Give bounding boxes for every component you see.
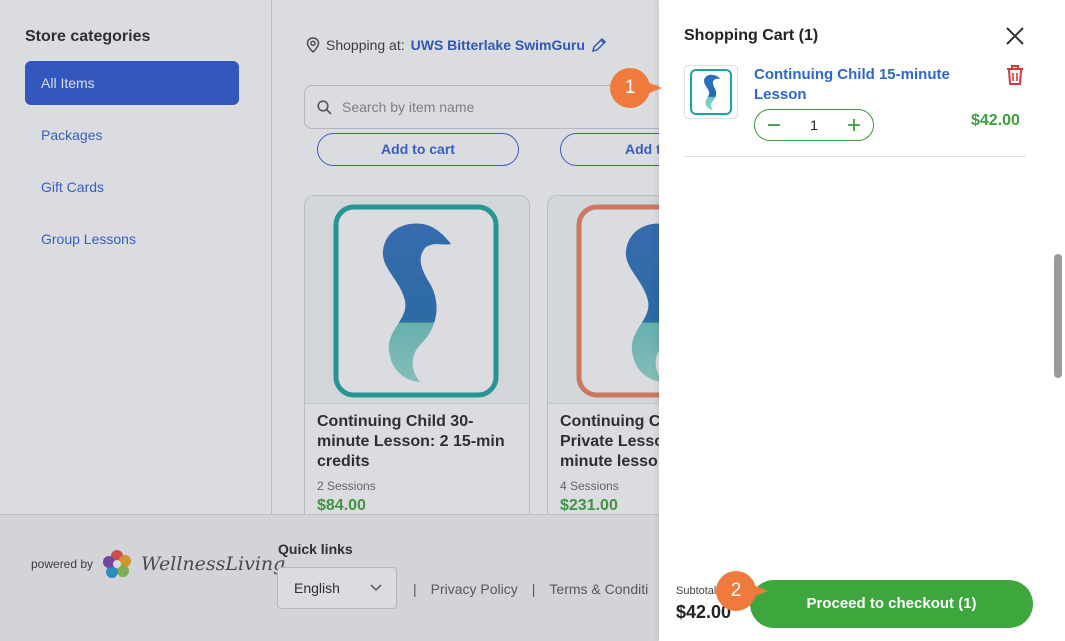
callout-arrow-icon xyxy=(748,583,768,599)
subtotal-label: Subtotal xyxy=(676,585,717,597)
divider xyxy=(684,156,1026,157)
callout-arrow-icon xyxy=(642,80,662,96)
plus-icon[interactable] xyxy=(845,116,863,134)
close-icon[interactable] xyxy=(1003,24,1027,48)
seahorse-logo-icon xyxy=(690,69,732,115)
minus-icon[interactable] xyxy=(765,116,783,134)
proceed-to-checkout-button[interactable]: Proceed to checkout (1) xyxy=(750,580,1033,628)
cart-item-price: $42.00 xyxy=(971,112,1020,129)
quantity-stepper: 1 xyxy=(754,109,874,141)
scrollbar-thumb[interactable] xyxy=(1054,254,1062,378)
cart-title: Shopping Cart (1) xyxy=(684,27,819,44)
shopping-cart-panel: Shopping Cart (1) Continuing Child 15-mi… xyxy=(659,0,1065,641)
quantity-value[interactable]: 1 xyxy=(810,117,818,133)
trash-icon[interactable] xyxy=(1005,64,1025,86)
callout-marker: 2 xyxy=(716,571,770,611)
scrollbar[interactable] xyxy=(1051,0,1065,641)
callout-marker: 1 xyxy=(610,68,664,108)
cart-item-name[interactable]: Continuing Child 15-minute Lesson xyxy=(754,65,974,105)
cart-item-thumbnail xyxy=(684,65,738,119)
